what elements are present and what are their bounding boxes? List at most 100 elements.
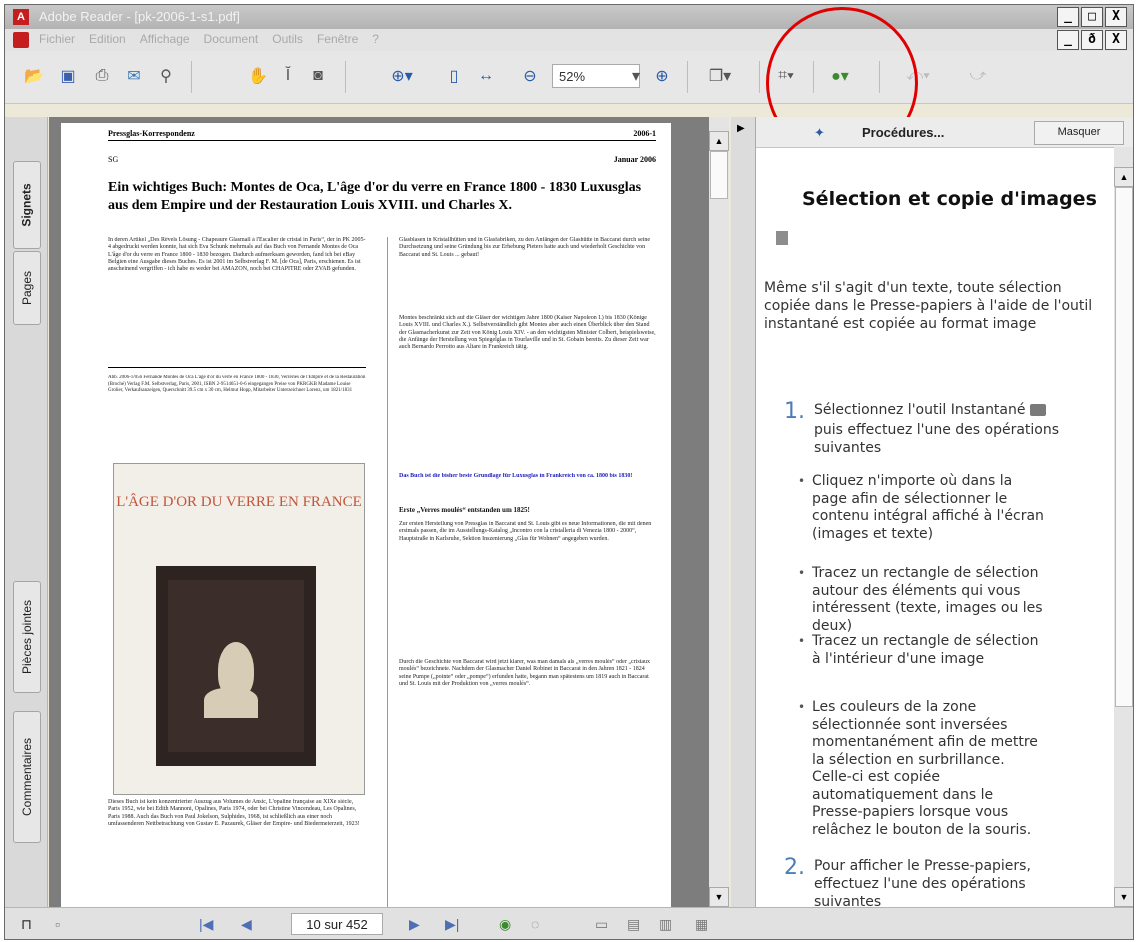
menu-edition[interactable]: Edition xyxy=(89,32,126,46)
how-to-icon: ✦ xyxy=(814,125,825,140)
first-page-icon[interactable]: |◀ xyxy=(199,916,213,933)
adobe-reader-icon: A xyxy=(13,9,29,25)
minimize-button[interactable]: _ xyxy=(1057,7,1079,27)
document-icon[interactable] xyxy=(13,32,29,48)
bullet-3: Tracez un rectangle de sélection à l'int… xyxy=(798,633,1048,668)
snapshot-camera-icon xyxy=(1029,404,1046,416)
facing-icon[interactable]: ▥ xyxy=(659,916,672,933)
tab-pages[interactable]: Pages xyxy=(13,251,41,325)
maximize-button[interactable]: □ xyxy=(1081,7,1103,27)
toolbar: 📂 ▣ ⎙ ✉ ⚲ ✋ Ĭ ◙ ⊕▾ ▯ ↔ ⊖ 52% ▾ ⊕ ❐▾ ⌗▾ ●… xyxy=(5,51,1133,104)
page-subheader: SG Januar 2006 xyxy=(108,155,656,164)
step-1-number: 1. xyxy=(784,399,805,424)
doc-restore-button[interactable]: ð xyxy=(1081,30,1103,50)
continuous-icon[interactable]: ▤ xyxy=(627,916,640,933)
scroll-down-button[interactable]: ▼ xyxy=(709,887,729,907)
scroll-thumb[interactable] xyxy=(710,151,728,199)
title-bar: A Adobe Reader - [pk-2006-1-s1.pdf] _ □ … xyxy=(5,5,1133,29)
continuous-facing-icon[interactable]: ▦ xyxy=(695,916,708,933)
page-size-icon[interactable]: ⊓ xyxy=(21,916,32,933)
snapshot-tool-icon[interactable]: ◙ xyxy=(305,63,331,89)
zoom-out-icon[interactable]: ⊖ xyxy=(517,63,543,89)
col2-body: Montes beschränkt sich auf die Gläser de… xyxy=(399,315,656,351)
nav-forward-icon[interactable]: ⤻ xyxy=(965,63,991,89)
doc-close-button[interactable]: X xyxy=(1105,30,1127,50)
open-folder-icon[interactable]: 📂 xyxy=(21,63,47,89)
how-to-pane: ✦ Procédures... Masquer Sélection et cop… xyxy=(755,117,1133,907)
find-icon[interactable]: ⚲ xyxy=(153,63,179,89)
rotate-view-icon[interactable]: ❐▾ xyxy=(707,63,733,89)
doc-minimize-button[interactable]: _ xyxy=(1057,30,1079,50)
next-view-icon[interactable]: ◌ xyxy=(531,916,539,932)
layout-icon[interactable]: ▫ xyxy=(55,916,60,932)
step-1b-text: puis effectuez l'une des opérations suiv… xyxy=(814,422,1060,456)
zoom-in-icon[interactable]: ⊕▾ xyxy=(389,63,415,89)
pdf-page[interactable]: Pressglas-Korrespondenz 2006-1 SG Januar… xyxy=(61,123,671,907)
help-topic-title: Sélection et copie d'images xyxy=(802,188,1097,210)
how-to-title[interactable]: Procédures... xyxy=(862,125,944,140)
navigation-panel-tabs: Signets Pages Pièces jointes Commentaire… xyxy=(5,117,48,907)
how-to-header: ✦ Procédures... Masquer xyxy=(756,117,1133,148)
cover-title: L'ÂGE D'OR DU VERRE EN FRANCE xyxy=(116,494,362,510)
select-text-icon[interactable]: Ĭ xyxy=(275,63,301,89)
last-page-icon[interactable]: ▶| xyxy=(445,916,459,933)
fit-page-icon[interactable]: ▯ xyxy=(441,63,467,89)
zoom-dropdown-icon[interactable]: ▾ xyxy=(623,63,649,89)
document-pane: Pressglas-Korrespondenz 2006-1 SG Januar… xyxy=(49,117,729,907)
bullet-2: Tracez un rectangle de sélection autour … xyxy=(798,565,1048,635)
step-2-text: Pour afficher le Presse-papiers, effectu… xyxy=(814,858,1031,907)
help-scroll-up-button[interactable]: ▲ xyxy=(1114,167,1133,187)
save-icon[interactable]: ▣ xyxy=(55,63,81,89)
single-page-icon[interactable]: ▭ xyxy=(595,916,608,933)
tab-pieces-jointes[interactable]: Pièces jointes xyxy=(13,581,41,693)
print-icon[interactable]: ⎙ xyxy=(89,63,115,89)
step-2-number: 2. xyxy=(784,855,805,880)
previous-view-icon[interactable]: ◉ xyxy=(499,916,511,933)
article-headline: Ein wichtiges Buch: Montes de Oca, L'âge… xyxy=(108,180,642,213)
menu-fenetre[interactable]: Fenêtre xyxy=(317,32,358,46)
document-scrollbar[interactable]: ▲ ▼ xyxy=(709,117,729,907)
how-to-body: Sélection et copie d'images Même s'il s'… xyxy=(756,147,1114,907)
zoom-plus-icon[interactable]: ⊕ xyxy=(649,63,675,89)
menu-document[interactable]: Document xyxy=(204,32,259,46)
tab-commentaires[interactable]: Commentaires xyxy=(13,711,41,843)
col1b-text: Dieses Buch ist kein konzentrierter Ausz… xyxy=(108,799,360,827)
menu-help[interactable]: ? xyxy=(372,32,379,46)
fit-width-icon[interactable]: ↔ xyxy=(473,63,499,89)
col2-pressglas: Zur ersten Herstellung von Pressglas in … xyxy=(399,521,652,542)
hide-button[interactable]: Masquer xyxy=(1034,121,1124,145)
bibliography: Abb. 2006-1/056 Fernande Montes de Oca L… xyxy=(108,375,366,393)
page-number-field[interactable]: 10 sur 452 xyxy=(291,913,383,935)
menu-bar: Fichier Edition Affichage Document Outil… xyxy=(5,29,1133,52)
menu-affichage[interactable]: Affichage xyxy=(140,32,190,46)
col2-baccarat: Durch die Geschichte von Baccarat wird j… xyxy=(399,659,650,687)
hand-tool-icon[interactable]: ✋ xyxy=(245,63,271,89)
help-intro: Même s'il s'agit d'un texte, toute sélec… xyxy=(764,280,1093,332)
topic-icon xyxy=(776,231,788,245)
help-scroll-thumb[interactable] xyxy=(1115,187,1133,707)
window-title: Adobe Reader - [pk-2006-1-s1.pdf] xyxy=(39,9,240,24)
bullet-4: Les couleurs de la zone sélectionnée son… xyxy=(798,699,1048,839)
nav-back-icon[interactable]: ⤺▾ xyxy=(905,63,931,89)
next-page-icon[interactable]: ▶ xyxy=(409,916,420,933)
help-scrollbar[interactable]: ▲ ▼ xyxy=(1114,147,1133,907)
step-1-text: Sélectionnez l'outil Instantané xyxy=(814,401,1104,419)
col2-subheading: Erste „Verres moulés“ entstanden um 1825… xyxy=(399,507,530,514)
page-header: Pressglas-Korrespondenz 2006-1 xyxy=(108,129,656,141)
help-scroll-down-button[interactable]: ▼ xyxy=(1114,887,1133,907)
tab-signets[interactable]: Signets xyxy=(13,161,41,249)
menu-outils[interactable]: Outils xyxy=(272,32,303,46)
collapse-arrow-icon[interactable]: ▶ xyxy=(737,123,745,134)
close-button[interactable]: X xyxy=(1105,7,1127,27)
col2-intro: Glasblasen in Kristallhütten und in Glas… xyxy=(399,237,651,258)
previous-page-icon[interactable]: ◀ xyxy=(241,916,252,933)
scroll-up-button[interactable]: ▲ xyxy=(709,131,729,151)
select-tool-icon[interactable]: ⌗▾ xyxy=(773,63,799,89)
email-icon[interactable]: ✉ xyxy=(121,63,147,89)
help-pane-splitter[interactable]: ▶ xyxy=(731,117,755,907)
col2-highlight: Das Buch ist die bisher beste Grundlage … xyxy=(399,473,633,479)
col1-text: In deren Artikel „Des Rêvels Lösung - Ch… xyxy=(108,237,366,273)
bullet-1: Cliquez n'importe où dans la page afin d… xyxy=(798,473,1048,543)
menu-fichier[interactable]: Fichier xyxy=(39,32,75,46)
help-icon[interactable]: ●▾ xyxy=(827,63,853,89)
